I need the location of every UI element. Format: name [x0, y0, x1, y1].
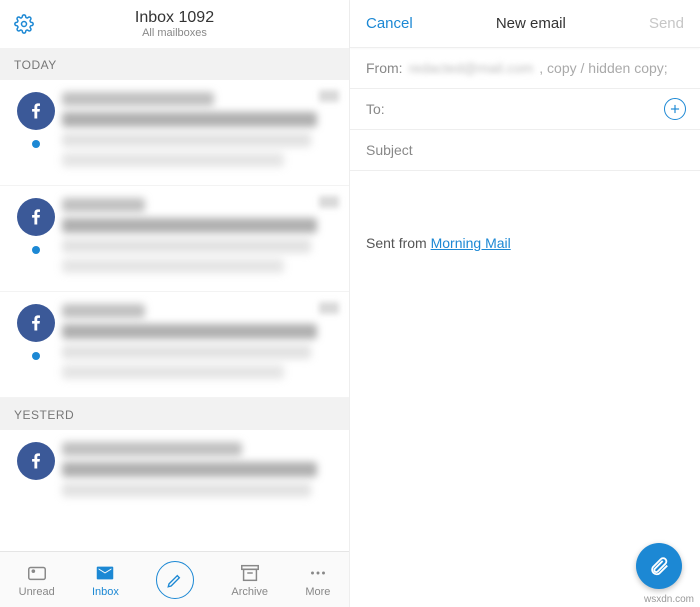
unread-dot-icon	[32, 140, 40, 148]
tab-inbox[interactable]: Inbox	[92, 562, 119, 598]
message-date	[319, 302, 339, 314]
send-button[interactable]: Send	[649, 15, 684, 32]
tab-label: Inbox	[92, 586, 119, 598]
cancel-button[interactable]: Cancel	[366, 15, 413, 32]
message-preview	[62, 442, 339, 503]
from-field[interactable]: From: redacted@mail.com , copy / hidden …	[350, 48, 700, 89]
facebook-icon	[17, 304, 55, 342]
message-item[interactable]	[0, 292, 349, 398]
gear-icon[interactable]	[14, 14, 34, 34]
to-label: To:	[366, 101, 385, 117]
message-item[interactable]	[0, 80, 349, 186]
message-preview	[62, 92, 339, 173]
compose-panel: Cancel New email Send From: redacted@mai…	[350, 0, 700, 607]
inbox-tab-icon	[94, 562, 116, 584]
from-label: From:	[366, 60, 403, 76]
mailbox-subtitle: All mailboxes	[135, 27, 214, 39]
mailbox-header: Inbox 1092 All mailboxes	[0, 0, 349, 48]
title-prefix: Inbox	[135, 9, 174, 26]
signature-prefix: Sent from	[366, 235, 431, 251]
message-item[interactable]	[0, 186, 349, 292]
tab-label: More	[305, 586, 330, 598]
section-header-today: TODAY	[0, 48, 349, 80]
facebook-icon	[17, 198, 55, 236]
add-recipient-button[interactable]	[664, 98, 686, 120]
mailbox-panel: Inbox 1092 All mailboxes TODAY	[0, 0, 350, 607]
unread-count: 1092	[179, 9, 215, 26]
archive-tab-icon	[239, 562, 261, 584]
unread-dot-icon	[32, 246, 40, 254]
compose-header: Cancel New email Send	[350, 0, 700, 48]
message-date	[319, 196, 339, 208]
more-tab-icon	[307, 562, 329, 584]
facebook-icon	[17, 92, 55, 130]
compose-body[interactable]: Sent from Morning Mail	[350, 171, 700, 315]
message-item[interactable]	[0, 430, 349, 515]
plus-icon	[668, 102, 682, 116]
paperclip-icon	[648, 555, 670, 577]
subject-label: Subject	[366, 142, 413, 158]
tab-label: Unread	[19, 586, 55, 598]
watermark: wsxdn.com	[644, 594, 694, 605]
pencil-icon	[166, 571, 184, 589]
signature-link[interactable]: Morning Mail	[431, 235, 511, 251]
attach-button[interactable]	[636, 543, 682, 589]
tab-bar: Unread Inbox	[0, 551, 349, 607]
compose-title: New email	[496, 15, 566, 32]
to-field[interactable]: To:	[350, 89, 700, 130]
section-header-yesterday: YESTERD	[0, 398, 349, 430]
subject-field[interactable]: Subject	[350, 130, 700, 171]
unread-dot-icon	[32, 352, 40, 360]
message-preview	[62, 198, 339, 279]
tab-label: Archive	[231, 586, 268, 598]
copy-hidden-hint[interactable]: , copy / hidden copy;	[539, 60, 667, 76]
message-preview	[62, 304, 339, 385]
tab-unread[interactable]: Unread	[19, 562, 55, 598]
tab-archive[interactable]: Archive	[231, 562, 268, 598]
unread-tab-icon	[26, 562, 48, 584]
facebook-icon	[17, 442, 55, 480]
compose-button[interactable]	[156, 561, 194, 599]
message-list[interactable]: TODAY	[0, 48, 349, 551]
from-value: redacted@mail.com	[409, 60, 534, 76]
mailbox-title: Inbox 1092 All mailboxes	[135, 9, 214, 39]
tab-more[interactable]: More	[305, 562, 330, 598]
message-date	[319, 90, 339, 102]
